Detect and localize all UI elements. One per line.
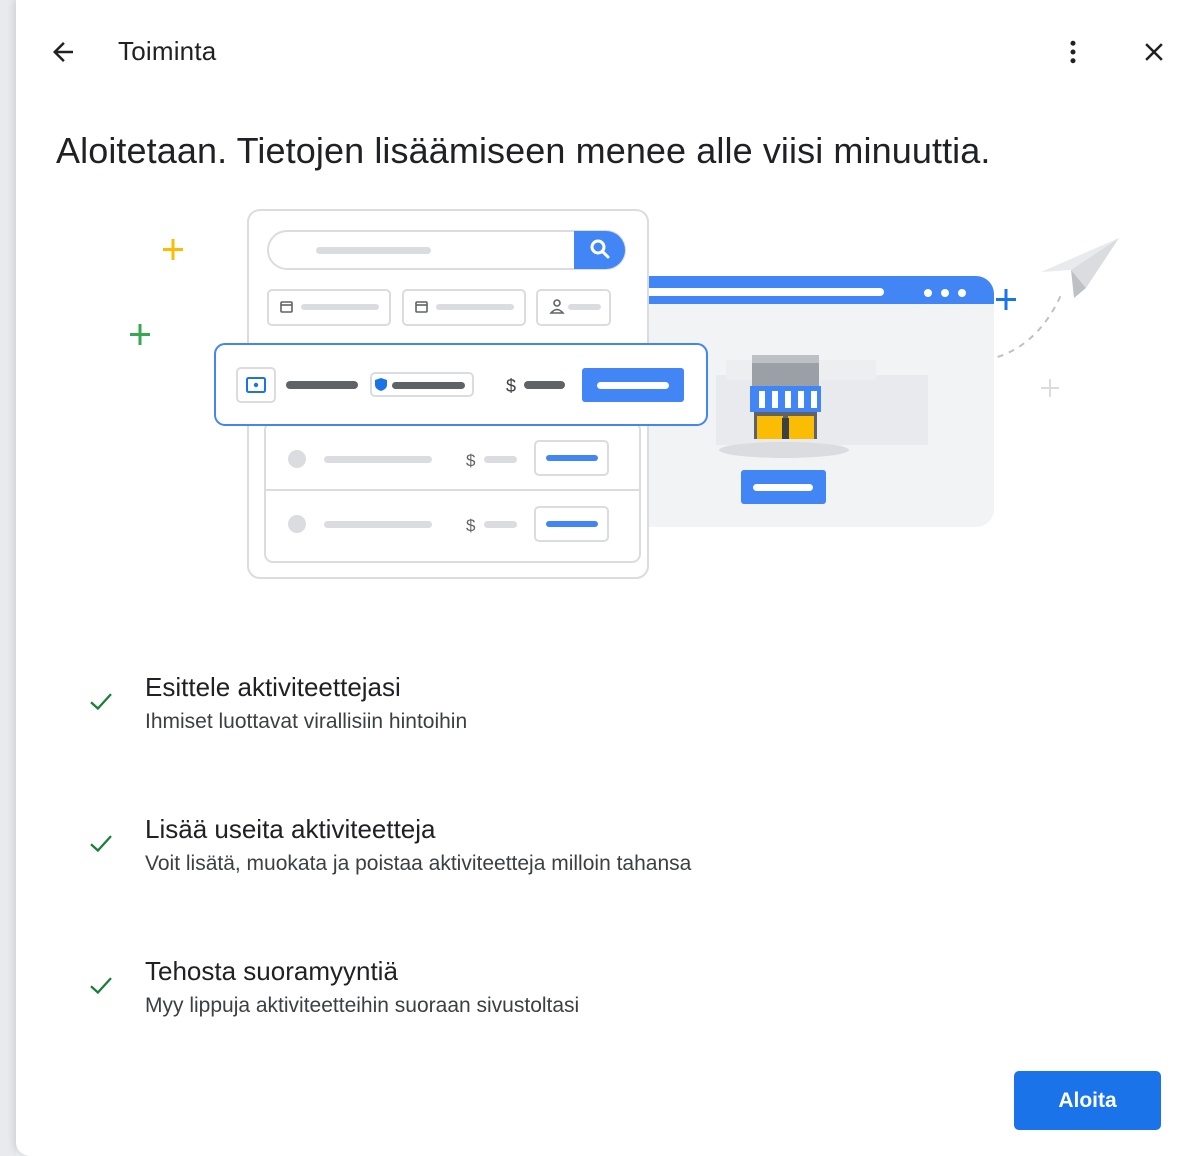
store-icon (750, 355, 821, 439)
more-vert-icon (1070, 40, 1076, 64)
start-button[interactable]: Aloita (1014, 1071, 1161, 1130)
green-plus-icon (130, 324, 150, 345)
feature-title: Lisää useita aktiviteetteja (145, 814, 436, 844)
price-symbol: $ (466, 516, 476, 535)
feature-title: Esittele aktiviteettejasi (145, 672, 401, 702)
blue-plus-icon (996, 289, 1016, 310)
setup-dialog: Toiminta Aloitetaan. Tietojen lisäämisee… (16, 0, 1193, 1156)
booking-illustration: $ $ $ (130, 209, 1119, 579)
yellow-plus-icon (163, 239, 183, 260)
arrow-back-icon (53, 42, 73, 62)
feature-description: Voit lisätä, muokata ja poistaa aktivite… (145, 852, 692, 875)
intro-heading: Aloitetaan. Tietojen lisäämiseen menee a… (56, 130, 991, 171)
feature-title: Tehosta suoramyyntiä (145, 956, 398, 986)
flight-path (985, 294, 1062, 361)
price-symbol: $ (506, 376, 516, 396)
close-button[interactable] (1134, 32, 1174, 72)
more-options-button[interactable] (1053, 32, 1093, 72)
close-icon (1145, 43, 1163, 61)
paper-plane-icon (1041, 238, 1119, 298)
gray-plus-icon (1041, 379, 1059, 397)
feature-description: Ihmiset luottavat virallisiin hintoihin (145, 710, 468, 733)
background-page-strip (0, 0, 16, 1156)
page-title: Toiminta (118, 36, 217, 66)
price-symbol: $ (466, 451, 476, 470)
highlighted-ticket-row: $ (214, 343, 708, 426)
feature-description: Myy lippuja aktiviteetteihin suoraan siv… (145, 994, 580, 1017)
check-icon (90, 693, 112, 711)
check-icon (90, 835, 112, 853)
back-button[interactable] (43, 32, 83, 72)
check-icon (90, 977, 112, 995)
